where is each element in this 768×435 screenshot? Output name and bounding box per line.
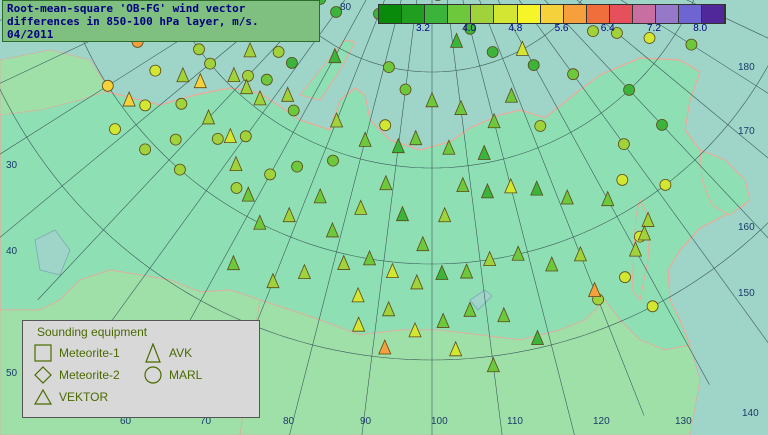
scale-label-0: 3.2 [416, 23, 430, 34]
scale-label-3: 5.6 [554, 23, 569, 34]
tall-triangle-icon [145, 343, 161, 363]
scale-swatch-11 [633, 5, 657, 23]
longitude-label: 40 [6, 246, 18, 257]
station-marl [230, 182, 243, 194]
longitude-label: 140 [742, 408, 759, 419]
longitude-label: 80 [283, 416, 295, 427]
station-marl [272, 46, 285, 58]
circle-icon [144, 366, 162, 384]
title-line-1: Root-mean-square 'OB-FG' wind vector [7, 2, 246, 15]
longitude-label: 50 [6, 368, 18, 379]
station-marl [486, 46, 499, 58]
station-marl [685, 38, 698, 51]
station-marl [534, 120, 547, 132]
legend-label-marl: MARL [169, 368, 203, 382]
longitude-label: 120 [593, 416, 610, 427]
legend-item-avk: AVK [143, 343, 192, 363]
station-marl [379, 119, 392, 132]
scale-swatch-10 [609, 5, 634, 23]
station-marl [659, 178, 672, 191]
scale-label-4: 6.4 [600, 23, 615, 34]
station-marl [264, 168, 277, 181]
scale-swatch-12 [656, 5, 680, 23]
scale-swatch-0 [379, 5, 403, 23]
scale-label-5: 7.2 [647, 23, 661, 34]
station-marl [646, 300, 659, 313]
scale-swatch-8 [563, 5, 587, 23]
station-marl [139, 143, 152, 156]
station-marl [623, 84, 635, 96]
longitude-label: 150 [738, 288, 755, 299]
station-marl [399, 83, 412, 96]
scale-swatch-4 [471, 5, 495, 23]
longitude-label: 180 [738, 62, 755, 73]
scale-label-1: 4.0 [462, 23, 477, 34]
title-line-2: differences in 850-100 hPa layer, m/s. [7, 15, 259, 28]
color-scale-bar [378, 4, 727, 24]
scale-swatch-14 [702, 5, 726, 23]
diamond-icon [34, 366, 52, 384]
station-marl [382, 61, 395, 73]
longitude-label: 160 [738, 222, 755, 233]
station-marl [239, 130, 252, 143]
color-scale-labels: 3.2 4.0 4.8 5.6 6.4 7.2 8.0 [378, 23, 764, 37]
scale-swatch-1 [402, 5, 426, 23]
station-marl [211, 132, 224, 145]
station-marl [616, 173, 629, 186]
station-marl [149, 64, 162, 77]
scale-swatch-7 [540, 5, 564, 23]
longitude-label: 30 [6, 160, 18, 171]
station-marl [656, 119, 668, 131]
triangle-icon [33, 388, 53, 405]
legend-label-vektor: VEKTOR [59, 390, 109, 404]
station-marl [291, 160, 304, 173]
legend-title: Sounding equipment [37, 325, 148, 339]
longitude-label: 130 [675, 416, 692, 427]
scale-swatch-3 [448, 5, 472, 23]
station-marl [204, 57, 217, 70]
longitude-label: 90 [360, 416, 372, 427]
map-title-box: Root-mean-square 'OB-FG' wind vector dif… [2, 0, 320, 42]
station-marl [567, 68, 579, 81]
legend-item-meteorite1: Meteorite-1 [33, 343, 120, 363]
station-marl [619, 271, 631, 284]
station-marl [109, 123, 121, 136]
legend-item-vektor: VEKTOR [33, 387, 108, 407]
scale-swatch-13 [679, 5, 703, 23]
scale-swatch-2 [425, 5, 449, 23]
legend-label-avk: AVK [169, 346, 193, 360]
station-marl [527, 59, 540, 71]
longitude-label: 110 [507, 416, 523, 427]
legend-label-meteorite2: Meteorite-2 [59, 368, 120, 382]
map-canvas: Root-mean-square 'OB-FG' wind vector dif… [0, 0, 768, 435]
legend-item-marl: MARL [143, 365, 202, 385]
station-marl [260, 73, 273, 86]
station-marl [242, 70, 254, 82]
longitude-label: 100 [431, 416, 448, 427]
scale-swatch-6 [517, 5, 541, 23]
station-marl [169, 133, 182, 146]
station-marl [285, 57, 298, 69]
station-marl [139, 99, 152, 112]
scale-swatch-9 [586, 5, 610, 23]
longitude-label: 170 [738, 126, 755, 137]
equipment-legend: Sounding equipment Meteorite-1 Meteorite… [22, 320, 260, 418]
station-marl [287, 104, 300, 117]
title-line-3: 04/2011 [7, 28, 54, 41]
latitude-label: 80 [340, 2, 352, 13]
station-marl [327, 154, 339, 167]
station-marl [193, 43, 205, 56]
legend-item-meteorite2: Meteorite-2 [33, 365, 120, 385]
station-marl [173, 163, 186, 176]
station-marl [618, 138, 630, 151]
station-marl [175, 97, 188, 110]
station-marl [101, 79, 114, 92]
scale-label-6: 8.0 [693, 23, 708, 34]
square-icon [34, 344, 52, 362]
scale-label-2: 4.8 [508, 23, 523, 34]
legend-label-meteorite1: Meteorite-1 [59, 346, 120, 360]
scale-swatch-5 [494, 5, 518, 23]
